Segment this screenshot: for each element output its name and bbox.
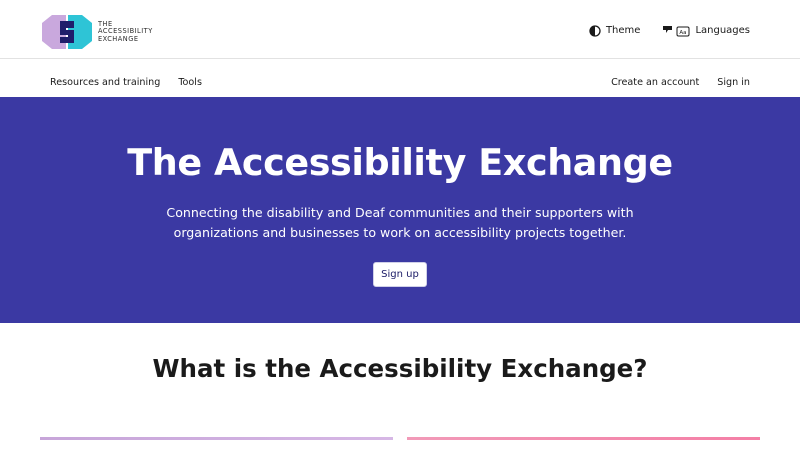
card-top-border-right [407,437,760,440]
accessibility-exchange-logo-icon [42,15,92,49]
hero-subtitle-line: organizations and businesses to work on … [173,225,627,240]
create-account-link[interactable]: Create an account [611,77,699,88]
hero-banner: The Accessibility Exchange Connecting th… [0,97,800,323]
sign-up-button[interactable]: Sign up [373,262,427,287]
nav-tools[interactable]: Tools [178,77,202,88]
languages-button[interactable]: Aa Languages [662,24,750,37]
theme-label: Theme [605,25,641,36]
card-top-border-left [40,437,393,440]
nav-account: Create an account Sign in [611,77,750,88]
nav-resources-and-training[interactable]: Resources and training [50,77,160,88]
logo-wordmark: THE ACCESSIBILITY EXCHANGE [98,20,153,44]
half-circle-contrast-icon [589,24,601,37]
logo-line: EXCHANGE [98,34,139,43]
header-actions: Theme Aa Languages [589,24,750,37]
section-title: What is the Accessibility Exchange? [152,354,648,383]
hero-subtitle-line: Connecting the disability and Deaf commu… [166,205,634,220]
hero-title: The Accessibility Exchange [127,141,673,184]
translate-icon: Aa [663,26,690,37]
hero-subtitle: Connecting the disability and Deaf commu… [150,203,650,243]
languages-label: Languages [695,25,750,36]
site-logo[interactable]: THE ACCESSIBILITY EXCHANGE [40,13,153,51]
nav-primary: Resources and training Tools [50,77,202,88]
main-nav: Resources and training Tools Create an a… [0,60,800,97]
site-header: THE ACCESSIBILITY EXCHANGE Theme Aa Lang… [0,0,800,59]
sign-in-link[interactable]: Sign in [717,77,750,88]
svg-text:Aa: Aa [680,30,687,36]
theme-button[interactable]: Theme [589,24,641,37]
